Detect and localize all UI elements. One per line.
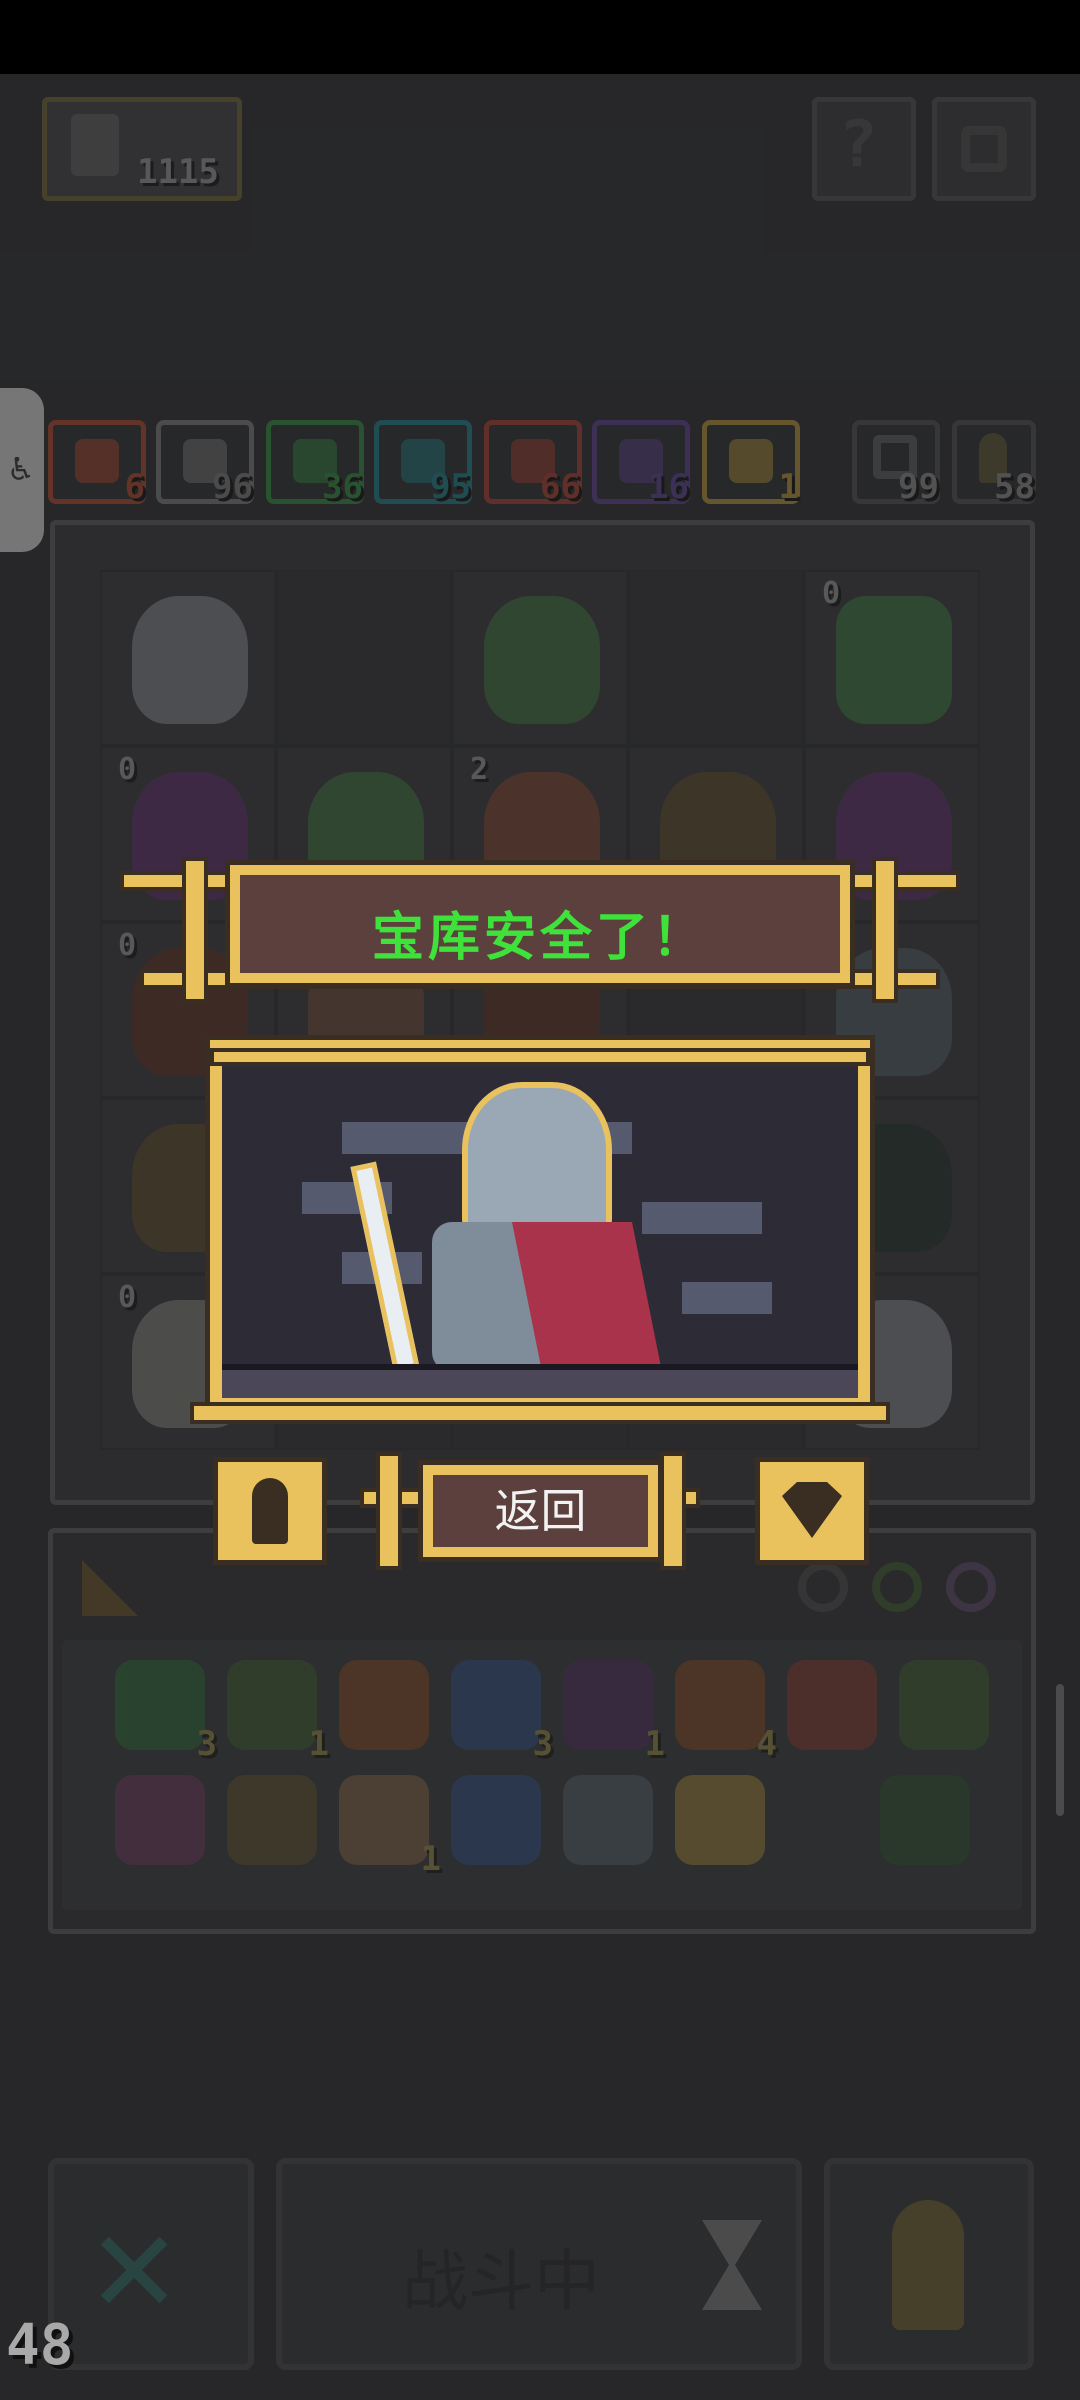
- game-screen: 1115 ? ♿ 6 96 36 95 66 16 1 99 58 0 0 2 0: [0, 0, 1080, 2400]
- skeleton-icon: [132, 596, 248, 724]
- resource-purple-bolt: 16: [592, 420, 690, 507]
- jar-icon[interactable]: 1: [563, 1660, 665, 1764]
- water-drop-icon[interactable]: [451, 1775, 541, 1865]
- scene-floor: [222, 1364, 858, 1398]
- banner-post-left: [182, 857, 208, 1003]
- ring-green-icon[interactable]: [872, 1562, 922, 1612]
- resource-gold-arrow: 1: [702, 420, 800, 507]
- scroll-indicator[interactable]: [1056, 1684, 1064, 1816]
- grid-cell[interactable]: [100, 570, 276, 746]
- return-post-right: [660, 1452, 686, 1570]
- popup-banner: 宝库安全了！: [120, 857, 960, 1003]
- unit-button[interactable]: [824, 2158, 1034, 2370]
- grid-cell[interactable]: [628, 570, 804, 746]
- gold-arrow-icon: [729, 439, 773, 483]
- item-count: 1: [644, 1724, 665, 1764]
- inventory-grid: [62, 1640, 1022, 1910]
- brick: [682, 1282, 772, 1314]
- pawn-counter: 58: [952, 420, 1036, 507]
- item-count: 1: [308, 1724, 329, 1764]
- eye-hand-icon[interactable]: 1: [339, 1775, 441, 1879]
- resource-cyan-spiral: 95: [374, 420, 472, 507]
- cell-badge: 0: [822, 576, 841, 611]
- resource-count: 66: [540, 467, 581, 507]
- copper-armor-icon[interactable]: [339, 1660, 429, 1750]
- grid-cell[interactable]: [276, 570, 452, 746]
- slime-icon: [836, 596, 952, 724]
- resource-count: 36: [322, 467, 363, 507]
- resource-red-cross: 66: [484, 420, 582, 507]
- orange-cross-icon: [75, 439, 119, 483]
- heart-gem-button[interactable]: [755, 1457, 869, 1565]
- purple-arrow-icon[interactable]: [115, 1775, 205, 1865]
- gear-icon: [961, 126, 1007, 172]
- resource-orange-cross: 6: [48, 420, 146, 507]
- fps-counter: 48: [6, 2313, 74, 2378]
- item-count: 1: [420, 1839, 441, 1879]
- pawn-count: 58: [994, 467, 1035, 507]
- resource-count: 96: [212, 467, 253, 507]
- goblin-item-icon[interactable]: 1: [227, 1660, 329, 1764]
- grid-cell[interactable]: 0: [804, 570, 980, 746]
- lever-icon[interactable]: [563, 1775, 653, 1865]
- resource-grey-wing: 96: [156, 420, 254, 507]
- status-bar: [0, 0, 1080, 74]
- scene-top-rail: [210, 1048, 870, 1066]
- keyhole-button[interactable]: [213, 1457, 327, 1565]
- ring-grey-icon[interactable]: [798, 1562, 848, 1612]
- banner-frame: 宝库安全了！: [225, 860, 855, 988]
- hand-coin-icon: [71, 114, 119, 176]
- scene-base: [190, 1402, 890, 1424]
- settings-button[interactable]: [932, 97, 1036, 201]
- resource-count: 1: [778, 467, 799, 507]
- vault-scene: [205, 1035, 875, 1415]
- return-counter: 99: [852, 420, 940, 507]
- resource-count: 6: [124, 467, 145, 507]
- popup-title: 宝库安全了！: [371, 908, 708, 968]
- close-icon: ✕: [92, 2182, 177, 2345]
- coin-counter[interactable]: 1115: [42, 97, 242, 201]
- potion-icon[interactable]: [899, 1660, 989, 1750]
- goblin-icon: [484, 596, 600, 724]
- return-button[interactable]: 返回: [418, 1460, 663, 1562]
- item-count: 3: [196, 1724, 217, 1764]
- pawn-icon: [892, 2200, 964, 2330]
- accessibility-icon: ♿: [10, 448, 32, 489]
- map-icon[interactable]: [880, 1775, 970, 1865]
- item-count: 4: [756, 1724, 777, 1764]
- cancel-button[interactable]: ✕: [48, 2158, 254, 2370]
- banner-post-right: [872, 857, 898, 1003]
- return-post-left: [376, 1452, 402, 1570]
- ring-purple-icon[interactable]: [946, 1562, 996, 1612]
- resource-green-drop: 36: [266, 420, 364, 507]
- question-icon: ?: [839, 108, 878, 182]
- chest-icon[interactable]: [227, 1775, 317, 1865]
- cell-badge: 2: [470, 752, 489, 787]
- resource-count: 16: [648, 467, 689, 507]
- emerald-shield-icon[interactable]: 3: [115, 1660, 217, 1764]
- hourglass-icon: [702, 2220, 762, 2310]
- arrow-icon[interactable]: [787, 1660, 877, 1750]
- battle-button[interactable]: 战斗中: [276, 2158, 802, 2370]
- hourglass-icon[interactable]: 3: [451, 1660, 553, 1764]
- brick: [642, 1202, 762, 1234]
- orb-icon[interactable]: 4: [675, 1660, 777, 1764]
- brick: [342, 1122, 482, 1154]
- help-button[interactable]: ?: [812, 97, 916, 201]
- keyhole-icon: [252, 1478, 288, 1544]
- coin-value: 1115: [137, 152, 219, 192]
- return-count: 99: [898, 467, 939, 507]
- cell-badge: 0: [118, 752, 137, 787]
- cell-badge: 0: [118, 1280, 137, 1315]
- heart-gem-icon: [782, 1482, 842, 1538]
- battle-label: 战斗中: [402, 2243, 600, 2320]
- accessibility-tab[interactable]: ♿: [0, 388, 44, 552]
- grid-cell[interactable]: [452, 570, 628, 746]
- item-count: 3: [532, 1724, 553, 1764]
- resource-count: 95: [430, 467, 471, 507]
- return-label: 返回: [494, 1484, 587, 1538]
- goblet-icon[interactable]: [675, 1775, 765, 1865]
